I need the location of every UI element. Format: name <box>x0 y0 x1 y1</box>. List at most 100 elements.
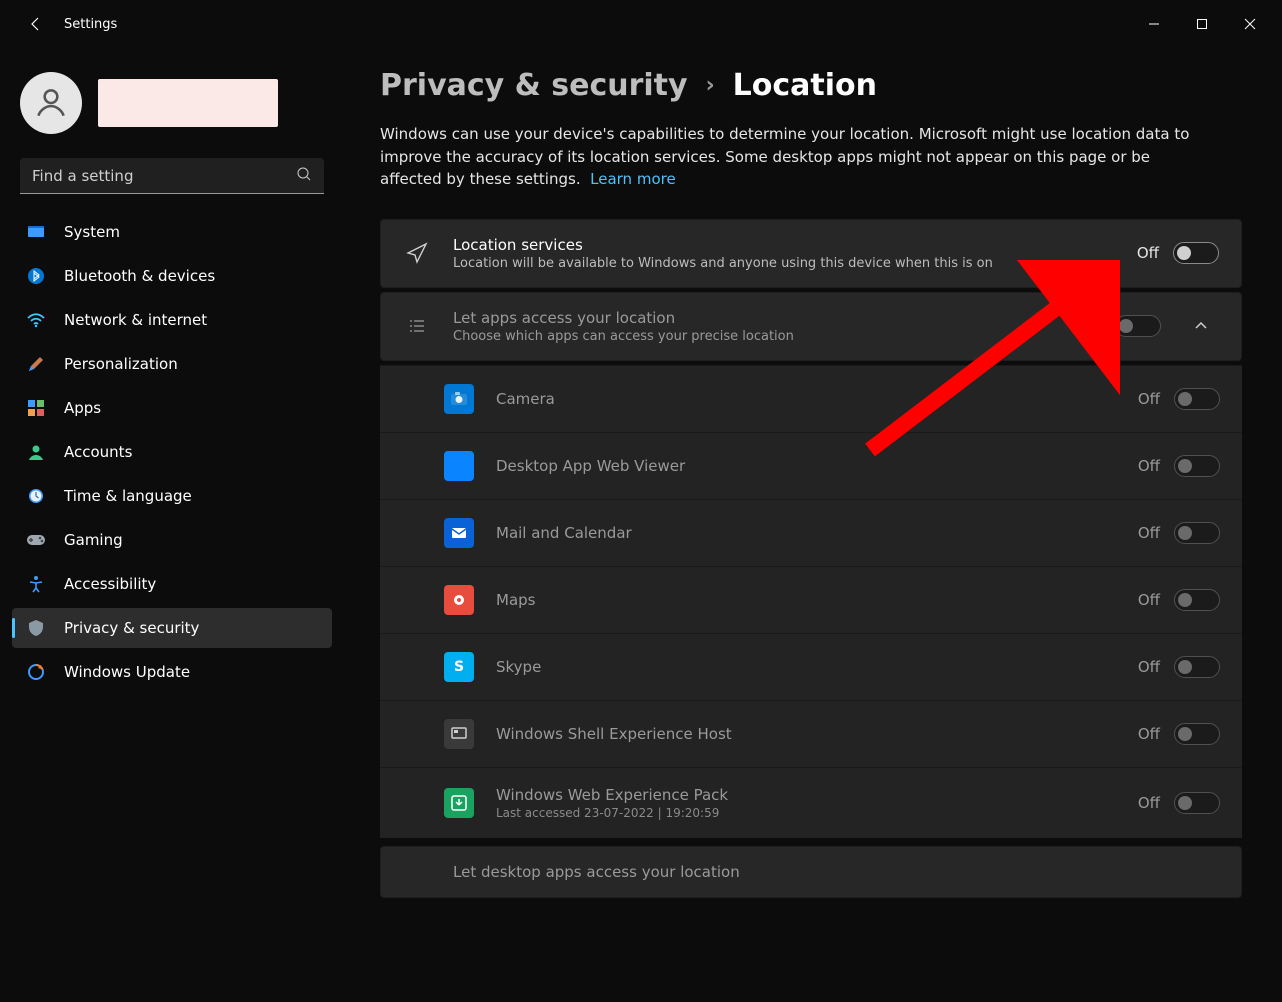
app-row-webexp: Windows Web Experience Pack Last accessed… <box>380 767 1242 838</box>
update-icon <box>26 662 46 682</box>
toggle-state-label: Off <box>1138 658 1160 676</box>
app-toggle-shell[interactable] <box>1174 723 1220 745</box>
gamepad-icon <box>26 530 46 550</box>
location-services-toggle[interactable] <box>1173 242 1219 264</box>
nav-item-accounts[interactable]: Accounts <box>12 432 332 472</box>
nav-label: Apps <box>64 399 101 417</box>
app-row-mail: Mail and Calendar Off <box>380 499 1242 566</box>
breadcrumb: Privacy & security › Location <box>380 68 1242 103</box>
app-name: Windows Shell Experience Host <box>496 725 1116 743</box>
brush-icon <box>26 354 46 374</box>
app-name: Mail and Calendar <box>496 524 1116 542</box>
search-input[interactable] <box>32 167 296 185</box>
toggle-state-label: Off <box>1138 591 1160 609</box>
app-icon-skype: S <box>444 652 474 682</box>
app-name: Maps <box>496 591 1116 609</box>
nav-label: Network & internet <box>64 311 207 329</box>
apps-access-card[interactable]: Let apps access your location Choose whi… <box>380 292 1242 361</box>
toggle-state-label: Off <box>1138 725 1160 743</box>
app-row-skype: S Skype Off <box>380 633 1242 700</box>
app-toggle-mail[interactable] <box>1174 522 1220 544</box>
display-icon <box>26 222 46 242</box>
breadcrumb-parent[interactable]: Privacy & security <box>380 68 688 103</box>
breadcrumb-current: Location <box>733 68 877 103</box>
arrow-left-icon <box>28 16 44 32</box>
user-profile[interactable] <box>12 60 332 154</box>
app-icon-camera <box>444 384 474 414</box>
card-subtitle: Choose which apps can access your precis… <box>453 329 1057 344</box>
app-toggle-dawv[interactable] <box>1174 455 1220 477</box>
nav-label: Time & language <box>64 487 192 505</box>
app-row-camera: Camera Off <box>380 365 1242 432</box>
search-box[interactable] <box>20 158 324 194</box>
list-icon <box>403 316 431 336</box>
app-icon-shell <box>444 719 474 749</box>
wifi-icon <box>26 310 46 330</box>
user-name-redacted <box>98 79 278 127</box>
app-name: Desktop App Web Viewer <box>496 457 1116 475</box>
toggle-state-label: Off <box>1138 794 1160 812</box>
card-subtitle: Location will be available to Windows an… <box>453 256 1115 271</box>
chevron-up-icon <box>1194 319 1208 333</box>
shield-icon <box>26 618 46 638</box>
learn-more-link[interactable]: Learn more <box>590 170 676 188</box>
nav-item-accessibility[interactable]: Accessibility <box>12 564 332 604</box>
app-toggle-maps[interactable] <box>1174 589 1220 611</box>
app-toggle-webexp[interactable] <box>1174 792 1220 814</box>
app-name: Skype <box>496 658 1116 676</box>
nav-label: Gaming <box>64 531 123 549</box>
app-row-dawv: Desktop App Web Viewer Off <box>380 432 1242 499</box>
nav-item-personalization[interactable]: Personalization <box>12 344 332 384</box>
desktop-apps-card[interactable]: Let desktop apps access your location <box>380 846 1242 898</box>
nav-label: System <box>64 223 120 241</box>
app-name: Camera <box>496 390 1116 408</box>
back-button[interactable] <box>16 4 56 44</box>
toggle-state-label: Off <box>1079 317 1101 335</box>
nav-item-time[interactable]: Time & language <box>12 476 332 516</box>
close-icon <box>1244 18 1256 30</box>
collapse-button[interactable] <box>1183 319 1219 333</box>
apps-icon <box>26 398 46 418</box>
app-toggle-skype[interactable] <box>1174 656 1220 678</box>
app-row-shell: Windows Shell Experience Host Off <box>380 700 1242 767</box>
chevron-right-icon: › <box>706 73 715 98</box>
app-row-maps: Maps Off <box>380 566 1242 633</box>
account-icon <box>26 442 46 462</box>
nav-item-system[interactable]: System <box>12 212 332 252</box>
app-name: Windows Web Experience Pack <box>496 786 1116 804</box>
window-title: Settings <box>64 17 117 32</box>
minimize-button[interactable] <box>1130 4 1178 44</box>
location-icon <box>403 242 431 264</box>
search-icon <box>296 166 312 186</box>
nav-item-network[interactable]: Network & internet <box>12 300 332 340</box>
nav-label: Bluetooth & devices <box>64 267 215 285</box>
card-title: Let apps access your location <box>453 309 1057 327</box>
clock-icon <box>26 486 46 506</box>
toggle-state-label: Off <box>1138 524 1160 542</box>
nav-list: System Bluetooth & devices Network & int… <box>12 212 332 692</box>
nav-label: Privacy & security <box>64 619 199 637</box>
apps-access-toggle[interactable] <box>1115 315 1161 337</box>
accessibility-icon <box>26 574 46 594</box>
bluetooth-icon <box>26 266 46 286</box>
nav-item-apps[interactable]: Apps <box>12 388 332 428</box>
nav-label: Accessibility <box>64 575 156 593</box>
location-services-card[interactable]: Location services Location will be avail… <box>380 219 1242 288</box>
close-button[interactable] <box>1226 4 1274 44</box>
avatar <box>20 72 82 134</box>
maximize-button[interactable] <box>1178 4 1226 44</box>
nav-item-bluetooth[interactable]: Bluetooth & devices <box>12 256 332 296</box>
sidebar: System Bluetooth & devices Network & int… <box>0 48 340 1002</box>
nav-item-privacy[interactable]: Privacy & security <box>12 608 332 648</box>
maximize-icon <box>1196 18 1208 30</box>
nav-item-update[interactable]: Windows Update <box>12 652 332 692</box>
person-icon <box>32 84 70 122</box>
toggle-state-label: Off <box>1138 457 1160 475</box>
app-subtext: Last accessed 23-07-2022 | 19:20:59 <box>496 806 1116 820</box>
nav-item-gaming[interactable]: Gaming <box>12 520 332 560</box>
toggle-state-label: Off <box>1137 244 1159 262</box>
app-icon-mail <box>444 518 474 548</box>
nav-label: Accounts <box>64 443 132 461</box>
app-toggle-camera[interactable] <box>1174 388 1220 410</box>
toggle-state-label: Off <box>1138 390 1160 408</box>
